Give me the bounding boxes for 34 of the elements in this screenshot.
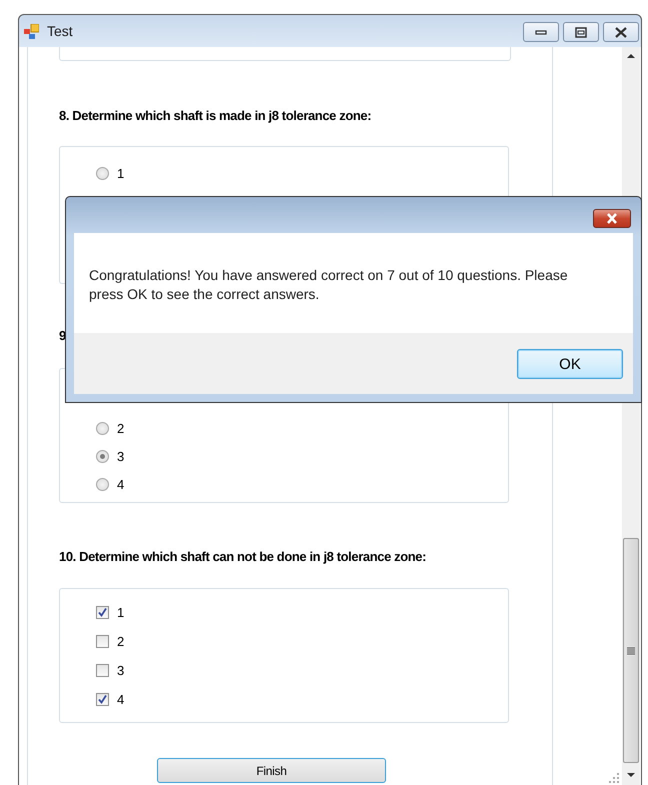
maximize-icon <box>575 26 587 38</box>
checkbox[interactable] <box>96 635 109 648</box>
resize-grip-icon[interactable] <box>609 773 619 783</box>
option-label: 1 <box>117 166 124 180</box>
dialog-message: Congratulations! You have answered correct on 7 out of 10 questions. Please press OK to see the correct answers. <box>89 266 569 304</box>
radio-button[interactable] <box>96 450 109 462</box>
finish-button[interactable]: Finish <box>157 758 386 783</box>
window-title: Test <box>47 23 73 39</box>
radio-button[interactable] <box>96 422 109 434</box>
checkbox[interactable] <box>96 664 109 677</box>
question-title: 8. Determine which shaft is made in j8 tolerance zone: <box>59 108 372 124</box>
close-icon <box>615 26 627 38</box>
option-label: 4 <box>117 692 124 707</box>
question-title: 10. Determine which shaft can not be done in j8 tolerance zone: <box>59 549 428 565</box>
option-label: 4 <box>117 476 124 492</box>
option-label: 2 <box>117 634 124 649</box>
close-button[interactable] <box>593 209 631 228</box>
scroll-thumb[interactable] <box>623 538 639 763</box>
checkbox[interactable] <box>96 693 109 706</box>
checkbox[interactable] <box>96 606 109 619</box>
minimize-button[interactable] <box>523 22 559 42</box>
close-icon <box>604 213 620 224</box>
close-button[interactable] <box>603 22 639 42</box>
option-label: 3 <box>117 448 124 464</box>
grip-icon <box>627 646 635 654</box>
radio-button[interactable] <box>96 166 109 180</box>
app-icon <box>24 24 39 38</box>
minimize-icon <box>535 30 547 34</box>
option-label: 1 <box>117 605 124 620</box>
option-label: 3 <box>117 663 124 678</box>
radio-button[interactable] <box>96 478 109 490</box>
option-label: 2 <box>117 420 124 436</box>
ok-button[interactable]: OK <box>517 349 623 379</box>
maximize-button[interactable] <box>563 22 599 42</box>
